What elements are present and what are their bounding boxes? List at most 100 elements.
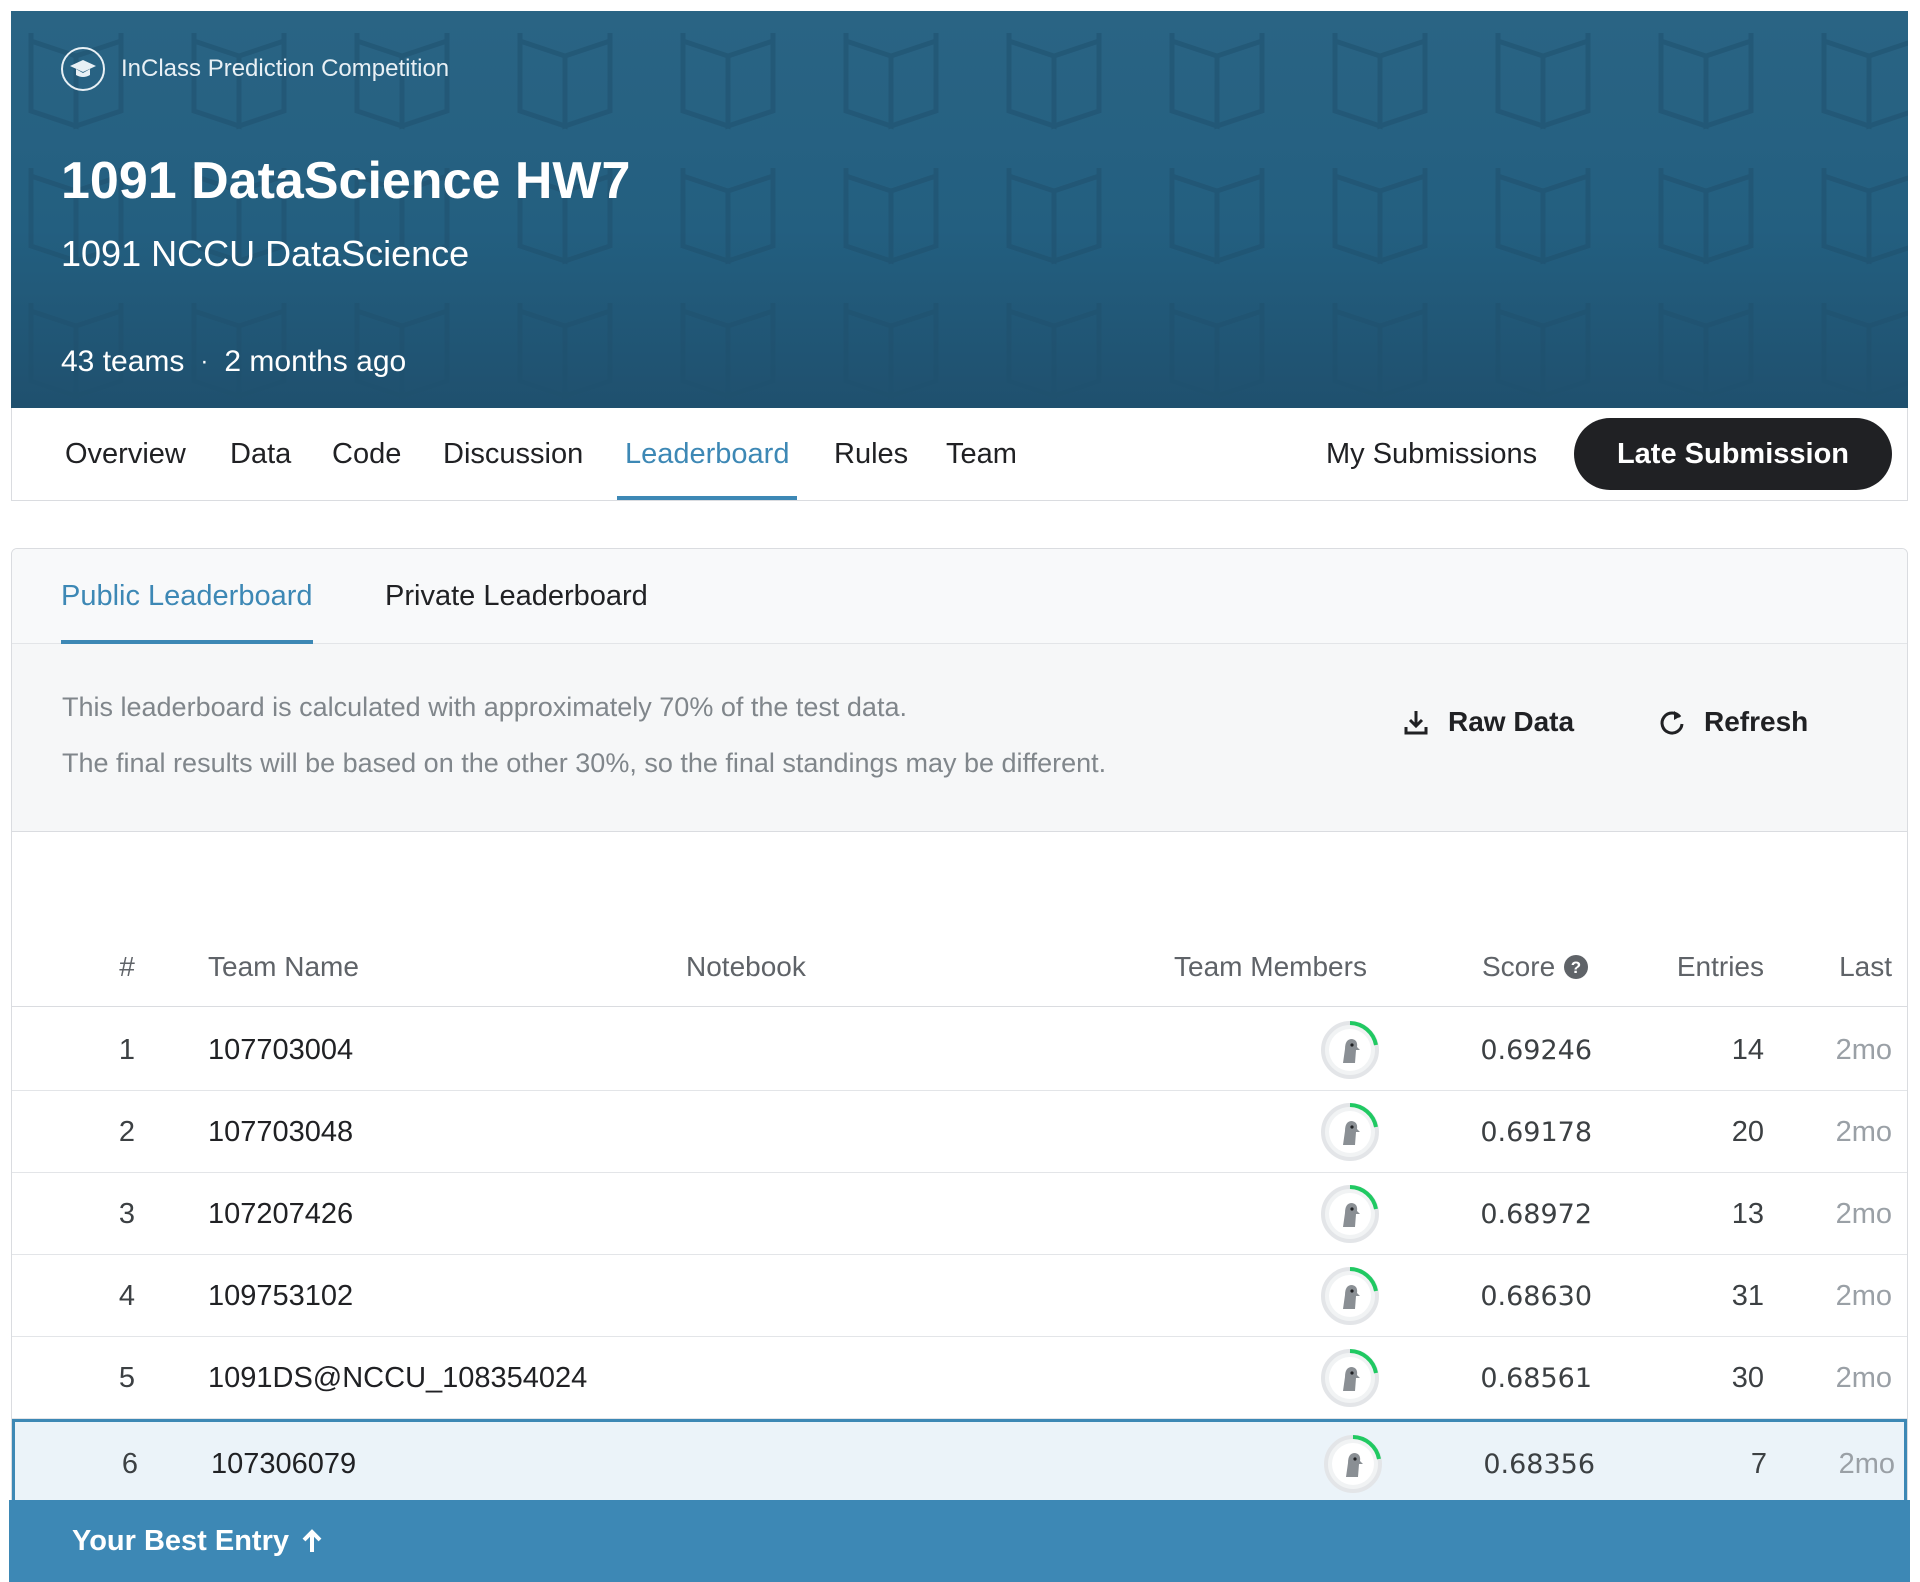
- tab-rules[interactable]: Rules: [834, 408, 908, 500]
- last-submission-cell: 2mo: [1838, 1447, 1895, 1480]
- arrow-up-icon: [302, 1529, 322, 1552]
- tab-team[interactable]: Team: [946, 408, 1017, 500]
- avatar[interactable]: [1319, 1183, 1381, 1245]
- avatar[interactable]: [1319, 1019, 1381, 1081]
- user-avatar-icon: [1321, 1103, 1379, 1161]
- competition-header: InClass Prediction Competition 1091 Data…: [11, 11, 1908, 408]
- avatar[interactable]: [1319, 1101, 1381, 1163]
- rank-cell: 4: [118, 1279, 136, 1312]
- table-row[interactable]: 2 107703048 0.69178 20 2mo: [12, 1091, 1907, 1173]
- table-row[interactable]: 4 109753102 0.68630 31 2mo: [12, 1255, 1907, 1337]
- tab-code[interactable]: Code: [332, 408, 401, 500]
- tab-public-leaderboard[interactable]: Public Leaderboard: [61, 549, 313, 644]
- table-row[interactable]: 5 1091DS@NCCU_108354024 0.68561 30 2mo: [12, 1337, 1907, 1419]
- col-notebook: Notebook: [686, 951, 806, 982]
- team-members-cell: [1315, 1091, 1385, 1173]
- team-members-cell: [1318, 1422, 1388, 1506]
- user-avatar-icon: [1321, 1185, 1379, 1243]
- tab-data[interactable]: Data: [230, 408, 291, 500]
- raw-data-button[interactable]: Raw Data: [1402, 706, 1574, 738]
- leaderboard-notice: This leaderboard is calculated with appr…: [12, 644, 1907, 832]
- avatar[interactable]: [1319, 1347, 1381, 1409]
- last-submission-cell: 2mo: [1835, 1115, 1892, 1148]
- rank-cell: 3: [118, 1197, 136, 1230]
- competition-type: InClass Prediction Competition: [61, 47, 449, 91]
- your-best-entry-bar[interactable]: Your Best Entry: [9, 1500, 1910, 1582]
- rank-cell: 2: [118, 1115, 136, 1148]
- score-cell: 0.69178: [1480, 1116, 1592, 1148]
- leaderboard-tabs: Public Leaderboard Private Leaderboard: [12, 549, 1907, 644]
- svg-text:?: ?: [1571, 958, 1581, 977]
- competition-subtitle: 1091 NCCU DataScience: [61, 233, 470, 274]
- tab-overview[interactable]: Overview: [65, 408, 186, 500]
- team-members-cell: [1315, 1255, 1385, 1337]
- team-name-link[interactable]: 107703048: [208, 1091, 353, 1173]
- best-entry-label: Your Best Entry: [72, 1524, 290, 1557]
- col-score-label: Score: [1482, 951, 1556, 982]
- score-cell: 0.69246: [1480, 1034, 1592, 1066]
- entries-cell: 31: [1731, 1279, 1764, 1312]
- entries-cell: 14: [1731, 1033, 1764, 1066]
- leaderboard-panel: Public Leaderboard Private Leaderboard T…: [11, 548, 1908, 1582]
- tab-private-leaderboard[interactable]: Private Leaderboard: [385, 549, 648, 643]
- meta-separator: ·: [200, 348, 209, 375]
- entries-cell: 7: [1750, 1447, 1767, 1480]
- entries-cell: 30: [1731, 1361, 1764, 1394]
- avatar[interactable]: [1319, 1265, 1381, 1327]
- table-row[interactable]: 3 107207426 0.68972 13 2mo: [12, 1173, 1907, 1255]
- team-name-link[interactable]: 109753102: [208, 1255, 353, 1337]
- col-score[interactable]: Score ?: [1482, 951, 1589, 983]
- competition-title: 1091 DataScience HW7: [61, 152, 631, 210]
- score-cell: 0.68561: [1480, 1362, 1592, 1394]
- team-name-link[interactable]: 107306079: [211, 1422, 356, 1506]
- entries-cell: 13: [1731, 1197, 1764, 1230]
- rank-cell: 6: [121, 1447, 139, 1480]
- refresh-icon: [1660, 711, 1684, 735]
- col-entries: Entries: [1676, 951, 1764, 982]
- team-count: 43 teams: [61, 345, 185, 378]
- rank-cell: 5: [118, 1361, 136, 1394]
- help-icon[interactable]: ?: [1563, 954, 1589, 980]
- score-cell: 0.68356: [1483, 1448, 1595, 1480]
- download-icon: [1404, 711, 1428, 735]
- tab-discussion[interactable]: Discussion: [443, 408, 583, 500]
- your-best-entry: Your Best Entry: [72, 1500, 325, 1582]
- last-submission-cell: 2mo: [1835, 1033, 1892, 1066]
- team-name-link[interactable]: 107703004: [208, 1009, 353, 1091]
- team-name-link[interactable]: 1091DS@NCCU_108354024: [208, 1337, 587, 1419]
- competition-age: 2 months ago: [224, 345, 407, 378]
- my-submissions-link[interactable]: My Submissions: [1326, 408, 1537, 500]
- user-avatar-icon: [1321, 1267, 1379, 1325]
- entries-cell: 20: [1731, 1115, 1764, 1148]
- leaderboard-table-header: # Team Name Notebook Team Members Score …: [12, 951, 1907, 1007]
- graduation-cap-icon: [61, 47, 105, 91]
- user-avatar-icon: [1324, 1435, 1382, 1493]
- last-submission-cell: 2mo: [1835, 1197, 1892, 1230]
- competition-nav: Overview Data Code Discussion Leaderboar…: [11, 408, 1908, 501]
- notice-line-2: The final results will be based on the o…: [62, 748, 1107, 778]
- col-team-members: Team Members: [1174, 951, 1367, 982]
- refresh-button[interactable]: Refresh: [1658, 706, 1808, 738]
- team-name-link[interactable]: 107207426: [208, 1173, 353, 1255]
- score-cell: 0.68972: [1480, 1198, 1592, 1230]
- user-avatar-icon: [1321, 1349, 1379, 1407]
- competition-type-label: InClass Prediction Competition: [121, 55, 450, 82]
- last-submission-cell: 2mo: [1835, 1361, 1892, 1394]
- notice-line-1: This leaderboard is calculated with appr…: [62, 692, 907, 722]
- late-submission-button[interactable]: Late Submission: [1574, 418, 1892, 490]
- avatar[interactable]: [1322, 1433, 1384, 1495]
- raw-data-label: Raw Data: [1448, 706, 1575, 737]
- col-rank: #: [119, 951, 135, 982]
- col-team-name[interactable]: Team Name: [208, 951, 359, 983]
- table-row-current-user[interactable]: 6 107306079 0.68356 7 2mo: [12, 1419, 1907, 1509]
- team-members-cell: [1315, 1337, 1385, 1419]
- user-avatar-icon: [1321, 1021, 1379, 1079]
- table-row[interactable]: 1 107703004 0.69246 14 2mo: [12, 1009, 1907, 1091]
- team-members-cell: [1315, 1173, 1385, 1255]
- last-submission-cell: 2mo: [1835, 1279, 1892, 1312]
- tab-leaderboard[interactable]: Leaderboard: [616, 408, 798, 500]
- team-members-cell: [1315, 1009, 1385, 1091]
- score-cell: 0.68630: [1480, 1280, 1592, 1312]
- competition-meta: 43 teams · 2 months ago: [61, 345, 406, 379]
- rank-cell: 1: [118, 1033, 136, 1066]
